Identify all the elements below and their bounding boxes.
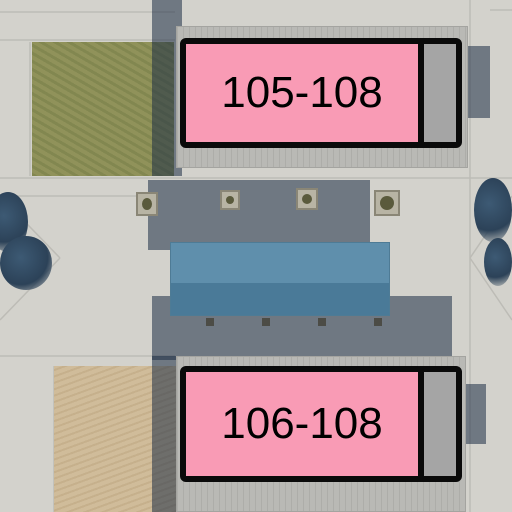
building-shadow bbox=[466, 384, 486, 444]
post bbox=[318, 318, 326, 326]
building-shadow bbox=[468, 46, 490, 118]
post bbox=[374, 318, 382, 326]
post bbox=[206, 318, 214, 326]
tree bbox=[474, 178, 512, 242]
map-label-105-108[interactable]: 105-108 bbox=[180, 38, 424, 148]
post bbox=[262, 318, 270, 326]
planter bbox=[374, 190, 400, 216]
planter bbox=[136, 192, 158, 216]
map-canvas[interactable]: 105-108 106-108 bbox=[0, 0, 512, 512]
blue-canopy bbox=[170, 242, 390, 316]
courtyard-shadow bbox=[148, 180, 370, 250]
planter bbox=[296, 188, 318, 210]
tree bbox=[484, 238, 512, 286]
planter bbox=[220, 190, 240, 210]
map-label-106-108[interactable]: 106-108 bbox=[180, 366, 424, 482]
tree bbox=[0, 236, 52, 290]
